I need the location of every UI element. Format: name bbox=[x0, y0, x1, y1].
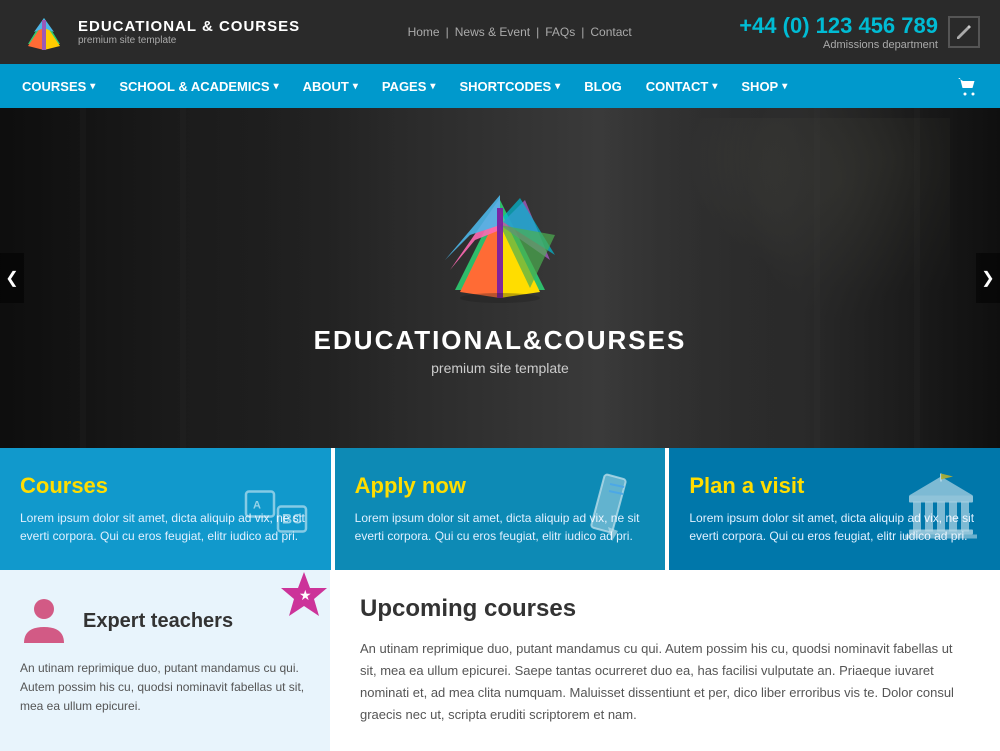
site-name: EDUCATIONAL & COURSES bbox=[78, 18, 300, 35]
star-badge: ★ bbox=[277, 568, 332, 623]
hero-content: EDUCATIONAL&COURSES premium site templat… bbox=[314, 180, 687, 376]
widget-title: Expert teachers bbox=[83, 610, 233, 633]
svg-text:A: A bbox=[253, 500, 261, 512]
pencil-icon bbox=[580, 469, 645, 549]
nav-bar: COURSES ▾ SCHOOL & ACADEMICS ▾ ABOUT ▾ P… bbox=[0, 64, 1000, 108]
chevron-down-icon: ▾ bbox=[90, 81, 95, 92]
nav-shop[interactable]: SHOP ▾ bbox=[729, 64, 799, 108]
building-icon bbox=[905, 472, 980, 547]
teacher-icon bbox=[20, 595, 68, 647]
hero-title: EDUCATIONAL&COURSES bbox=[314, 325, 687, 356]
feature-card-apply[interactable]: Apply now Lorem ipsum dolor sit amet, di… bbox=[335, 448, 666, 570]
top-nav-links: Home | News & Event | FAQs | Contact bbox=[408, 25, 632, 39]
upcoming-courses-title: Upcoming courses bbox=[360, 595, 970, 623]
hero-subtitle: premium site template bbox=[314, 360, 687, 376]
feature-card-courses[interactable]: Courses Lorem ipsum dolor sit amet, dict… bbox=[0, 448, 331, 570]
nav-shortcodes[interactable]: SHORTCODES ▾ bbox=[447, 64, 572, 108]
chevron-down-icon: ▾ bbox=[712, 81, 717, 92]
nav-school[interactable]: SCHOOL & ACADEMICS ▾ bbox=[107, 64, 290, 108]
admissions-label: Admissions department bbox=[739, 39, 938, 51]
bottom-section: ★ Expert teachers An utinam reprimique d… bbox=[0, 570, 1000, 751]
chevron-down-icon: ▾ bbox=[430, 81, 435, 92]
chevron-down-icon: ▾ bbox=[555, 81, 560, 92]
top-bar-right: +44 (0) 123 456 789 Admissions departmen… bbox=[739, 13, 980, 51]
widget-text: An utinam reprimique duo, putant mandamu… bbox=[20, 659, 310, 717]
nav-contact[interactable]: CONTACT ▾ bbox=[634, 64, 730, 108]
expert-teachers-widget: ★ Expert teachers An utinam reprimique d… bbox=[0, 570, 330, 751]
chevron-down-icon: ▾ bbox=[353, 81, 358, 92]
top-bar: EDUCATIONAL & COURSES premium site templ… bbox=[0, 0, 1000, 64]
main-content-area: Upcoming courses An utinam reprimique du… bbox=[330, 570, 1000, 751]
cart-icon[interactable] bbox=[944, 64, 990, 108]
upcoming-courses-text: An utinam reprimique duo, putant mandamu… bbox=[360, 638, 970, 726]
logo-text: EDUCATIONAL & COURSES premium site templ… bbox=[78, 18, 300, 46]
abc-icon: A BC bbox=[241, 472, 311, 547]
nav-blog[interactable]: BLOG bbox=[572, 64, 634, 108]
svg-text:BC: BC bbox=[282, 511, 302, 527]
edit-icon[interactable] bbox=[948, 16, 980, 48]
phone-number: +44 (0) 123 456 789 bbox=[739, 13, 938, 39]
nav-courses[interactable]: COURSES ▾ bbox=[10, 64, 107, 108]
hero-logo-icon bbox=[435, 180, 565, 310]
svg-text:★: ★ bbox=[299, 587, 312, 603]
tagline: premium site template bbox=[78, 35, 300, 46]
nav-news[interactable]: News & Event bbox=[455, 25, 530, 39]
nav-contact[interactable]: Contact bbox=[590, 25, 631, 39]
logo-icon bbox=[20, 8, 68, 56]
nav-home[interactable]: Home bbox=[408, 25, 440, 39]
widget-header: Expert teachers bbox=[20, 595, 310, 647]
chevron-down-icon: ▾ bbox=[782, 81, 787, 92]
slider-next-arrow[interactable]: ❯ bbox=[976, 253, 1000, 303]
nav-faqs[interactable]: FAQs bbox=[545, 25, 575, 39]
feature-cards: Courses Lorem ipsum dolor sit amet, dict… bbox=[0, 448, 1000, 570]
slider-prev-arrow[interactable]: ❮ bbox=[0, 253, 24, 303]
feature-card-visit[interactable]: Plan a visit Lorem ipsum dolor sit amet,… bbox=[669, 448, 1000, 570]
nav-about[interactable]: ABOUT ▾ bbox=[291, 64, 370, 108]
chevron-down-icon: ▾ bbox=[274, 81, 279, 92]
nav-pages[interactable]: PAGES ▾ bbox=[370, 64, 448, 108]
hero-slider: EDUCATIONAL&COURSES premium site templat… bbox=[0, 108, 1000, 448]
logo: EDUCATIONAL & COURSES premium site templ… bbox=[20, 8, 300, 56]
